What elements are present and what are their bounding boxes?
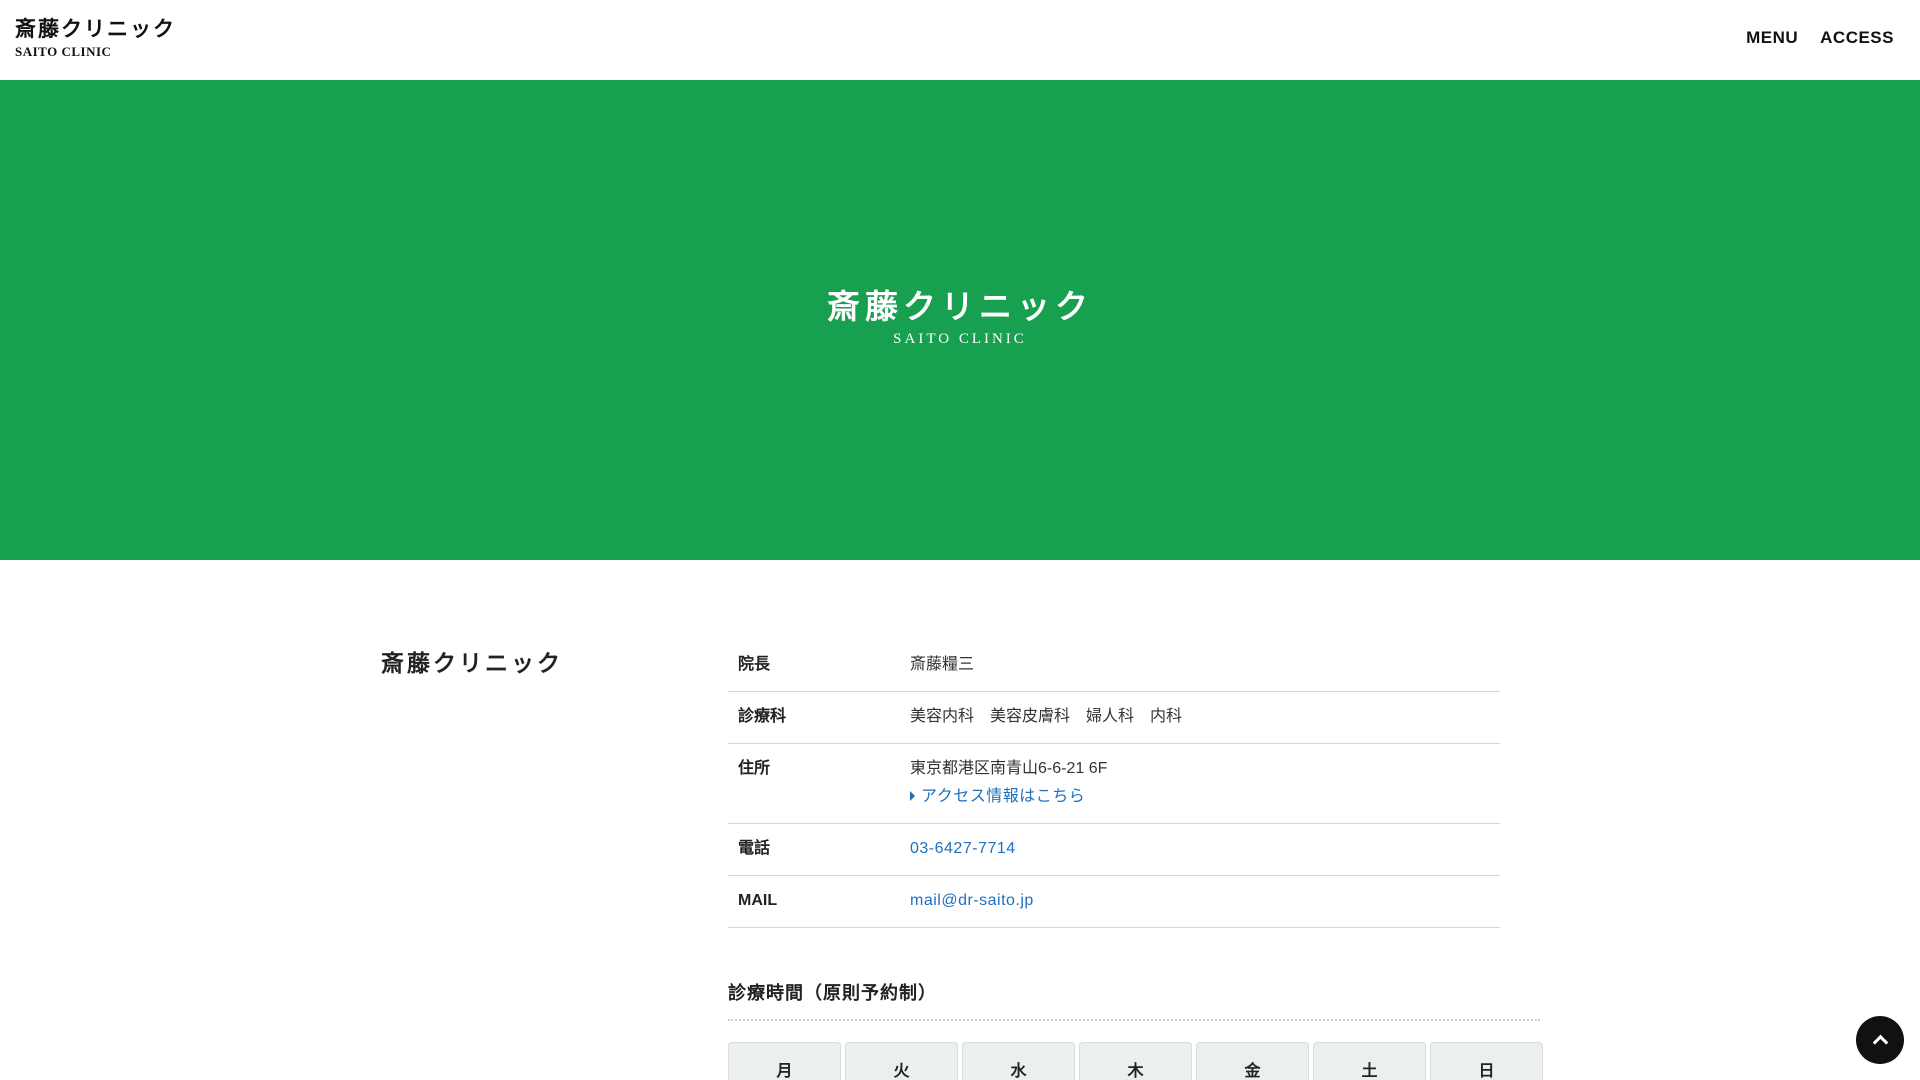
phone-link[interactable]: 03-6427-7714	[910, 840, 1016, 857]
logo-en: SAITO CLINIC	[15, 44, 112, 59]
hero-banner: 斎藤クリニック SAITO CLINIC	[0, 80, 1920, 560]
site-header: 斎藤クリニック SAITO CLINIC MENU ACCESS	[0, 0, 1920, 80]
hero-title-jp: 斎藤クリニック	[827, 287, 1093, 326]
global-nav: MENU ACCESS	[1746, 28, 1894, 48]
day-header: 金	[1196, 1042, 1309, 1080]
day-header: 土	[1313, 1042, 1426, 1080]
info-row-phone: 電話 03-6427-7714	[728, 824, 1500, 876]
site-logo[interactable]: 斎藤クリニック SAITO CLINIC	[15, 14, 176, 60]
day-header: 木	[1079, 1042, 1192, 1080]
nav-access-link[interactable]: ACCESS	[1820, 28, 1894, 48]
nav-menu-link[interactable]: MENU	[1746, 28, 1798, 48]
hours-day-header: 月 火 水 木 金 土 日	[728, 1042, 1543, 1080]
info-value: 斎藤糧三	[910, 656, 975, 673]
info-label: 住所	[738, 760, 771, 777]
info-label: 診療科	[738, 708, 787, 725]
day-header: 日	[1430, 1042, 1543, 1080]
hours-divider	[728, 1019, 1540, 1021]
chevron-up-icon	[1872, 1034, 1888, 1051]
access-info-link[interactable]: アクセス情報はこちら	[910, 786, 1500, 808]
triangle-right-icon	[910, 791, 915, 801]
day-header: 月	[728, 1042, 841, 1080]
clinic-name-heading: 斎藤クリニック	[381, 650, 563, 677]
info-row-departments: 診療科 美容内科 美容皮膚科 婦人科 内科	[728, 692, 1500, 744]
mail-link[interactable]: mail@dr-saito.jp	[910, 892, 1034, 909]
clinic-info-table: 院長 斎藤糧三 診療科 美容内科 美容皮膚科 婦人科 内科 住所 東京都港区南青…	[728, 640, 1500, 928]
info-row-director: 院長 斎藤糧三	[728, 640, 1500, 692]
hero-title-en: SAITO CLINIC	[893, 331, 1027, 347]
info-value: 美容内科 美容皮膚科 婦人科 内科	[910, 708, 1183, 725]
info-label: 電話	[738, 840, 771, 857]
hero-title: 斎藤クリニック SAITO CLINIC	[0, 285, 1920, 348]
info-label: MAIL	[738, 892, 778, 909]
info-value: mail@dr-saito.jp	[910, 890, 1500, 912]
info-row-mail: MAIL mail@dr-saito.jp	[728, 876, 1500, 928]
info-row-address: 住所 東京都港区南青山6-6-21 6F アクセス情報はこちら	[728, 744, 1500, 824]
logo-jp: 斎藤クリニック	[15, 16, 176, 41]
hours-title: 診療時間（原則予約制）	[728, 983, 937, 1003]
back-to-top-button[interactable]	[1856, 1016, 1904, 1064]
info-value-address: 東京都港区南青山6-6-21 6F アクセス情報はこちら	[910, 758, 1500, 808]
info-value: 03-6427-7714	[910, 838, 1500, 860]
address-text: 東京都港区南青山6-6-21 6F	[910, 760, 1108, 777]
day-header: 火	[845, 1042, 958, 1080]
access-info-link-text: アクセス情報はこちら	[921, 788, 1086, 805]
day-header: 水	[962, 1042, 1075, 1080]
info-label: 院長	[738, 656, 771, 673]
